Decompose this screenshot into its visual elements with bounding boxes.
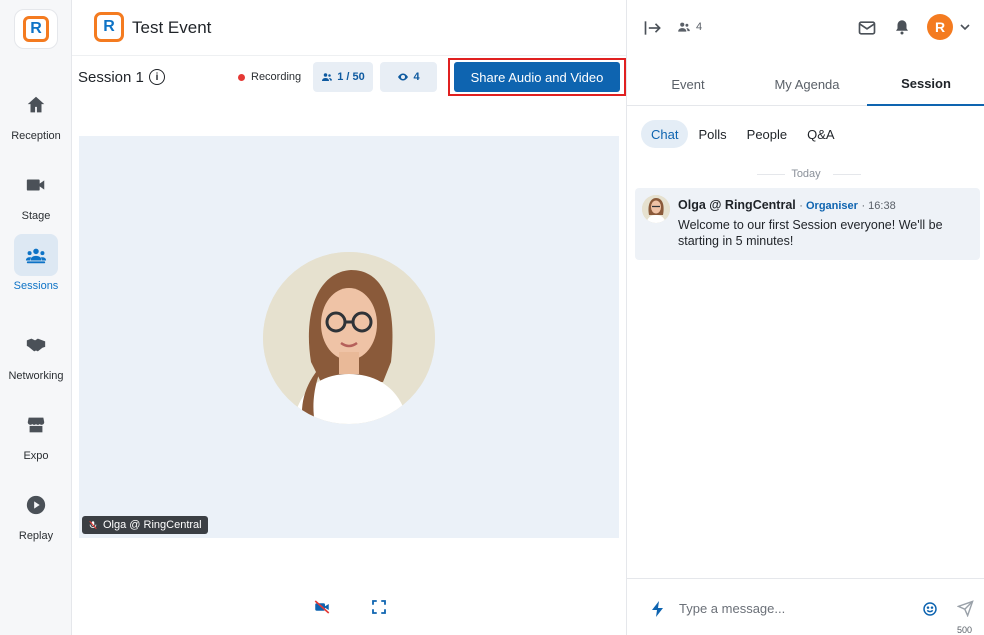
message-header: Olga @ RingCentral · Organiser · 16:38 [678,198,896,212]
nav-item-networking[interactable]: Networking [0,324,72,394]
day-divider: Today [791,168,821,180]
tab-my-agenda[interactable]: My Agenda [748,62,866,106]
tab-event[interactable]: Event [629,62,747,106]
nav-label-expo: Expo [23,450,49,462]
nav-label-networking: Networking [8,370,64,382]
nav-label-sessions: Sessions [13,280,59,292]
share-audio-video-button[interactable]: Share Audio and Video [454,62,620,92]
viewer-count: 4 [413,71,420,83]
people-icon [678,22,690,32]
subtab-qa[interactable]: Q&A [797,120,844,148]
divider-line-right [833,174,861,175]
attendee-count-pill[interactable]: 1 / 50 [313,62,373,92]
separator-dot: · [799,200,806,212]
nav-label-reception: Reception [11,130,61,142]
nav-item-stage[interactable]: Stage [0,164,72,234]
participant-name: Olga @ RingCentral [103,519,202,531]
message-text: Welcome to our first Session everyone! W… [678,218,943,248]
event-logo: R [94,12,124,42]
nav-item-reception[interactable]: Reception [0,84,72,154]
app-logo[interactable]: R [14,9,58,49]
user-avatar[interactable]: R [927,14,953,40]
eye-icon [398,73,409,81]
mail-icon[interactable] [857,18,877,38]
people-group-icon [25,248,47,264]
info-icon[interactable]: i [149,69,165,85]
message-author-avatar[interactable] [642,195,670,223]
session-subtabs: Chat Polls People Q&A [641,120,845,150]
lightning-icon[interactable] [651,601,665,617]
nav-icon-wrap [14,484,58,526]
event-title: Test Event [132,18,212,37]
nav-icon-wrap [14,404,58,446]
recording-label: Recording [251,71,302,83]
session-title: Session 1 [78,69,144,86]
online-people[interactable]: 4 [677,20,702,34]
recording-dot-icon [238,73,245,81]
nav-item-expo[interactable]: Expo [0,404,72,474]
handshake-icon [26,338,46,352]
nav-icon-wrap [14,164,58,206]
recording-indicator: Recording [238,71,301,83]
video-stage: Olga @ RingCentral [79,136,619,538]
participant-name-tag: Olga @ RingCentral [82,516,208,534]
collapse-panel-icon[interactable] [643,18,663,38]
video-camera-icon [26,179,45,191]
storefront-icon [27,417,45,433]
mic-muted-icon [89,520,97,530]
right-panel: 4 R Event My Agenda Session Chat Polls P… [626,0,984,635]
nav-label-stage: Stage [21,210,51,222]
subtab-chat[interactable]: Chat [641,120,689,148]
send-icon[interactable] [957,600,974,617]
logo-letter: R [23,16,49,42]
chat-composer: 500 [627,578,984,635]
nav-icon-wrap [14,84,58,126]
nav-item-sessions[interactable]: Sessions [0,234,72,304]
camera-off-icon[interactable] [313,598,331,616]
bell-icon[interactable] [893,17,911,37]
nav-icon-wrap [14,324,58,366]
session-bar: Session 1 i Recording 1 / 50 4 Share Aud… [72,56,626,100]
participant-portrait [263,252,435,424]
home-icon [27,96,45,113]
online-people-count: 4 [696,21,703,33]
chevron-down-icon[interactable] [960,22,970,32]
emoji-icon[interactable] [922,601,938,617]
message-time: 16:38 [868,200,896,212]
viewer-count-pill[interactable]: 4 [380,62,437,92]
nav-item-replay[interactable]: Replay [0,484,72,554]
chat-message: Olga @ RingCentral · Organiser · 16:38 W… [635,188,980,260]
character-limit: 500 [957,625,973,635]
panel-tabs: Event My Agenda Session [627,62,984,106]
play-circle-icon [26,495,46,515]
left-nav: R Reception Stage Sessions Networking Ex… [0,0,72,635]
author-portrait [642,195,670,223]
nav-icon-wrap [14,234,58,276]
subtab-people[interactable]: People [737,120,797,148]
subtab-polls[interactable]: Polls [688,120,736,148]
message-input[interactable] [679,597,909,619]
tab-session[interactable]: Session [867,62,984,106]
people-icon [322,73,333,81]
participant-avatar [263,252,435,424]
attendee-count: 1 / 50 [337,71,365,83]
panel-toolbar: 4 R [627,0,984,56]
top-header: R Test Event [72,0,626,56]
message-author[interactable]: Olga @ RingCentral [678,198,796,212]
fullscreen-icon[interactable] [370,598,388,616]
author-role-badge: Organiser [805,200,858,212]
nav-label-replay: Replay [18,530,54,542]
